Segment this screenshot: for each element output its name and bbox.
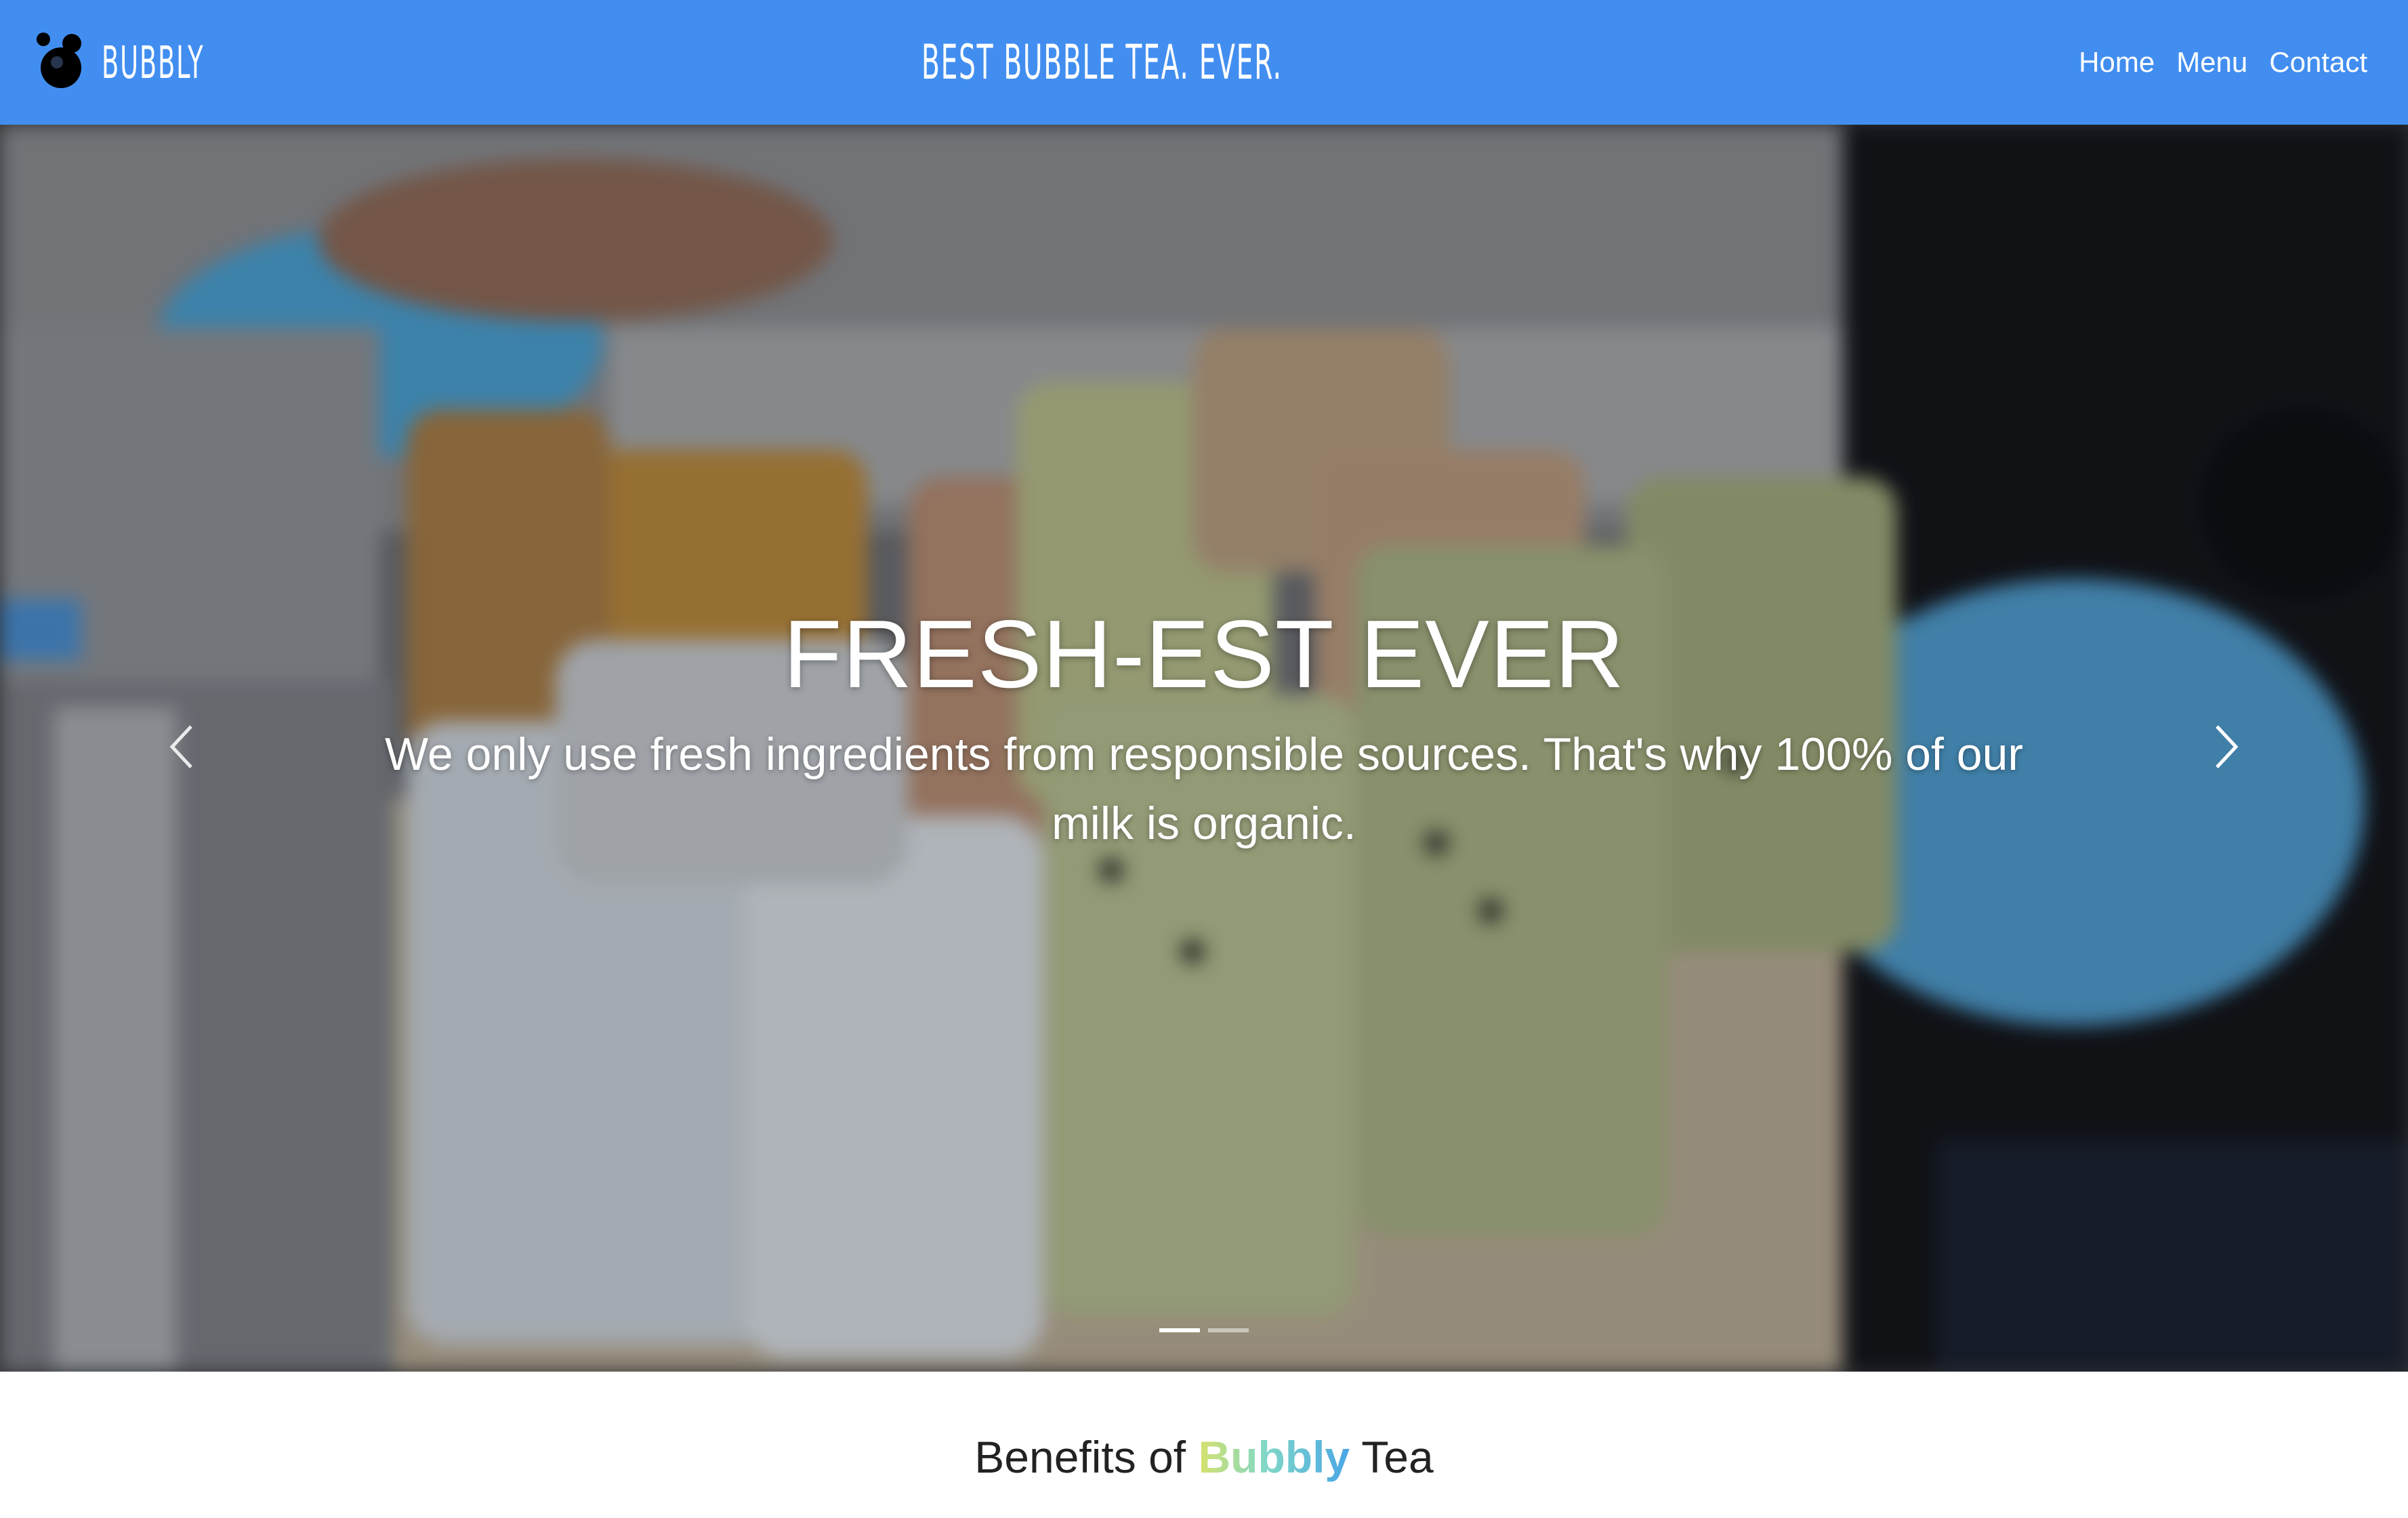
- benefits-heading-brand: Bubbly: [1198, 1432, 1350, 1482]
- carousel-next-button[interactable]: [2186, 707, 2267, 789]
- carousel-indicators: [0, 1328, 2408, 1332]
- slide-title: FRESH-EST EVER: [783, 600, 1625, 708]
- benefits-heading-suffix: Tea: [1361, 1432, 1434, 1482]
- slide-text: We only use fresh ingredients from respo…: [384, 729, 2024, 849]
- carousel-indicator-1[interactable]: [1159, 1328, 1200, 1332]
- chevron-left-icon: [165, 722, 198, 775]
- nav-link-contact[interactable]: Contact: [2269, 46, 2367, 79]
- brand-link[interactable]: BUBBLY: [34, 30, 267, 95]
- bubble-logo-icon: [34, 30, 91, 95]
- site-tagline: BEST BUBBLE TEA. EVER.: [921, 35, 1283, 90]
- benefits-heading-prefix: Benefits of: [974, 1432, 1186, 1482]
- hero-carousel: FRESH-EST EVER We only use fresh ingredi…: [0, 125, 2408, 1372]
- carousel-prev-button[interactable]: [141, 707, 222, 789]
- benefits-heading: Benefits of Bubbly Tea: [0, 1431, 2408, 1483]
- carousel-indicator-2[interactable]: [1208, 1328, 1249, 1332]
- top-navbar: BUBBLY BEST BUBBLE TEA. EVER. Home Menu …: [0, 0, 2408, 125]
- chevron-right-icon: [2210, 722, 2243, 775]
- nav-link-home[interactable]: Home: [2079, 46, 2155, 79]
- brand-name: BUBBLY: [102, 36, 205, 89]
- nav-link-menu[interactable]: Menu: [2176, 46, 2247, 79]
- nav-links: Home Menu Contact: [2079, 41, 2367, 84]
